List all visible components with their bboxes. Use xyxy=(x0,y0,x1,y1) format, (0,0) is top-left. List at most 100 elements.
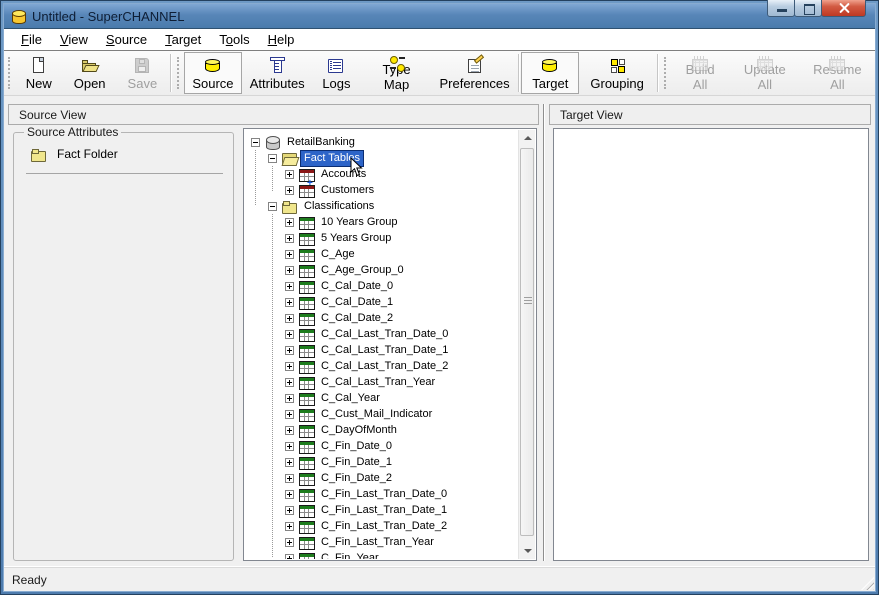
menu-item[interactable]: Target xyxy=(156,30,210,49)
tree-item-label[interactable]: RetailBanking xyxy=(284,135,358,150)
expander-icon[interactable] xyxy=(285,378,294,387)
tree-item-label[interactable]: C_Cal_Year xyxy=(318,391,383,406)
tree-item-label[interactable]: C_Fin_Date_2 xyxy=(318,471,395,486)
expander-icon[interactable] xyxy=(285,474,294,483)
tree-item-label[interactable]: C_Cust_Mail_Indicator xyxy=(318,407,435,422)
toolbar-button[interactable]: Grouping xyxy=(579,52,654,94)
toolbar-gripper[interactable] xyxy=(8,57,12,89)
minimize-button[interactable] xyxy=(767,0,795,17)
resize-grip[interactable] xyxy=(861,577,874,590)
expander-icon[interactable] xyxy=(251,138,260,147)
menu-item[interactable]: Tools xyxy=(210,30,258,49)
tree-item-label[interactable]: C_Cal_Last_Tran_Date_1 xyxy=(318,343,451,358)
toolbar-button[interactable]: Build All xyxy=(670,52,729,94)
tree-item[interactable]: C_Age xyxy=(245,246,518,262)
expander-icon[interactable] xyxy=(285,458,294,467)
toolbar-button[interactable]: New xyxy=(15,52,63,94)
expander-icon[interactable] xyxy=(285,186,294,195)
tree-item[interactable]: C_Fin_Date_1 xyxy=(245,454,518,470)
tree-item[interactable]: C_Cal_Date_1 xyxy=(245,294,518,310)
expander-icon[interactable] xyxy=(285,522,294,531)
scroll-up-arrow-icon[interactable] xyxy=(519,130,535,146)
expander-icon[interactable] xyxy=(285,426,294,435)
title-bar[interactable]: Untitled - SuperCHANNEL xyxy=(4,4,875,29)
tree-item-label[interactable]: C_Fin_Last_Tran_Date_2 xyxy=(318,519,450,534)
maximize-button[interactable] xyxy=(794,0,822,17)
tree-item[interactable]: C_Fin_Last_Tran_Date_2 xyxy=(245,518,518,534)
tree-item[interactable]: Classifications xyxy=(245,198,518,214)
tree-item[interactable]: 10 Years Group xyxy=(245,214,518,230)
tree-item-label[interactable]: Fact Tables xyxy=(301,151,363,166)
menu-item[interactable]: File xyxy=(12,30,51,49)
tree-item-label[interactable]: C_DayOfMonth xyxy=(318,423,400,438)
tree-item[interactable]: C_Cal_Date_2 xyxy=(245,310,518,326)
vertical-scrollbar[interactable] xyxy=(518,130,535,559)
tree-item[interactable]: C_Cal_Last_Tran_Year xyxy=(245,374,518,390)
expander-icon[interactable] xyxy=(285,506,294,515)
expander-icon[interactable] xyxy=(285,554,294,560)
tree-item-label[interactable]: C_Fin_Date_1 xyxy=(318,455,395,470)
toolbar-button[interactable]: Resume All xyxy=(800,52,875,94)
expander-icon[interactable] xyxy=(285,442,294,451)
expander-icon[interactable] xyxy=(285,346,294,355)
tree-item[interactable]: C_Fin_Date_0 xyxy=(245,438,518,454)
tree-item-label[interactable]: C_Cal_Date_1 xyxy=(318,295,396,310)
tree-item[interactable]: C_Cust_Mail_Indicator xyxy=(245,406,518,422)
tree-item-label[interactable]: C_Fin_Last_Tran_Date_0 xyxy=(318,487,450,502)
target-tree-panel[interactable] xyxy=(553,128,869,561)
menu-item[interactable]: Help xyxy=(259,30,304,49)
expander-icon[interactable] xyxy=(285,234,294,243)
expander-icon[interactable] xyxy=(285,218,294,227)
tree-item[interactable]: Accounts xyxy=(245,166,518,182)
toolbar-button[interactable]: Type Map xyxy=(360,52,432,94)
expander-icon[interactable] xyxy=(285,538,294,547)
expander-icon[interactable] xyxy=(285,410,294,419)
tree-item-label[interactable]: C_Cal_Date_2 xyxy=(318,311,396,326)
expander-icon[interactable] xyxy=(285,250,294,259)
tree-item[interactable]: Fact Tables xyxy=(245,150,518,166)
tree-item[interactable]: C_Fin_Last_Tran_Date_1 xyxy=(245,502,518,518)
toolbar-button[interactable]: Target xyxy=(521,52,579,94)
tree-item[interactable]: C_Age_Group_0 xyxy=(245,262,518,278)
toolbar-button[interactable]: Update All xyxy=(730,52,800,94)
tree-item[interactable]: C_Cal_Date_0 xyxy=(245,278,518,294)
expander-icon[interactable] xyxy=(285,314,294,323)
tree-item[interactable]: C_Fin_Year xyxy=(245,550,518,559)
tree-item-label[interactable]: C_Age xyxy=(318,247,358,262)
toolbar-button[interactable]: Attributes xyxy=(242,52,312,94)
toolbar-button[interactable]: Save xyxy=(117,52,169,94)
expander-icon[interactable] xyxy=(285,394,294,403)
tree-item-label[interactable]: C_Age_Group_0 xyxy=(318,263,407,278)
toolbar-gripper[interactable] xyxy=(177,57,181,89)
menu-item[interactable]: View xyxy=(51,30,97,49)
tree-item-label[interactable]: C_Cal_Last_Tran_Year xyxy=(318,375,438,390)
expander-icon[interactable] xyxy=(285,362,294,371)
toolbar-button[interactable]: Logs xyxy=(312,52,360,94)
pane-splitter[interactable] xyxy=(543,104,544,561)
tree-item[interactable]: RetailBanking xyxy=(245,134,518,150)
tree-item[interactable]: C_Fin_Date_2 xyxy=(245,470,518,486)
tree-item-label[interactable]: Customers xyxy=(318,183,377,198)
tree-item[interactable]: Customers xyxy=(245,182,518,198)
tree-item[interactable]: C_Cal_Last_Tran_Date_1 xyxy=(245,342,518,358)
scrollbar-thumb[interactable] xyxy=(520,148,534,536)
tree-item-label[interactable]: Accounts xyxy=(318,167,369,182)
close-button[interactable] xyxy=(821,0,866,17)
toolbar-gripper[interactable] xyxy=(664,57,668,89)
tree-item-label[interactable]: C_Fin_Year xyxy=(318,551,382,560)
tree-item[interactable]: 5 Years Group xyxy=(245,230,518,246)
tree-item-label[interactable]: C_Fin_Last_Tran_Date_1 xyxy=(318,503,450,518)
tree-item[interactable]: C_Cal_Year xyxy=(245,390,518,406)
expander-icon[interactable] xyxy=(285,330,294,339)
fact-folder-item[interactable]: Fact Folder xyxy=(22,143,225,163)
tree-item-label[interactable]: C_Fin_Last_Tran_Year xyxy=(318,535,437,550)
expander-icon[interactable] xyxy=(285,298,294,307)
toolbar-button[interactable]: Source xyxy=(184,52,242,94)
tree-item-label[interactable]: 5 Years Group xyxy=(318,231,394,246)
tree-item[interactable]: C_Cal_Last_Tran_Date_2 xyxy=(245,358,518,374)
tree-item-label[interactable]: C_Cal_Last_Tran_Date_0 xyxy=(318,327,451,342)
scroll-down-arrow-icon[interactable] xyxy=(519,543,535,559)
expander-icon[interactable] xyxy=(268,154,277,163)
expander-icon[interactable] xyxy=(268,202,277,211)
tree-item-label[interactable]: C_Cal_Last_Tran_Date_2 xyxy=(318,359,451,374)
